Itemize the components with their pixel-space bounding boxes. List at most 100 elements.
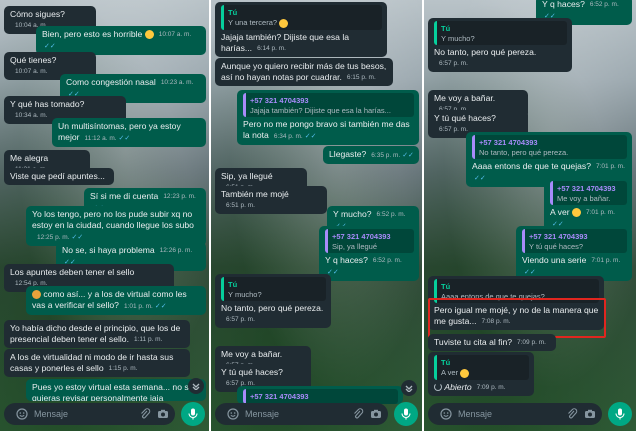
quoted-message[interactable]: Tú Y mucho?: [221, 277, 326, 301]
camera-icon[interactable]: [370, 408, 382, 420]
message-outgoing[interactable]: +57 321 4704393 Me voy a bañar. A ver 7:…: [544, 178, 632, 233]
message-text: Los apuntes deben tener el sello: [10, 267, 135, 277]
message-input[interactable]: Mensaje: [458, 409, 560, 419]
quote-text: Me voy a bañar.: [557, 194, 611, 203]
message-text: Me alegra: [10, 153, 49, 163]
message-text: Qué tienes?: [10, 55, 57, 65]
quoted-message[interactable]: Tú Y una tercera?: [221, 5, 382, 30]
quoted-message[interactable]: +57 321 4704393 Y tú qué haces?: [522, 229, 627, 253]
message-text: Como congestión nasal: [66, 77, 156, 87]
message-time: 1:15 p. m.: [108, 365, 138, 372]
message-time: 1:01 p. m.: [123, 303, 153, 310]
message-incoming[interactable]: A los de virtualidad ni modo de ir hasta…: [4, 349, 190, 377]
message-outgoing[interactable]: Yo los tengo, pero no los pude subir xq …: [26, 206, 206, 246]
message-input-bar[interactable]: Mensaje: [215, 403, 388, 425]
message-text: Tuviste tu cita al fin?: [434, 337, 513, 347]
read-ticks-icon: ✓✓: [304, 133, 317, 140]
message-incoming[interactable]: Tú Y mucho? No tanto, pero qué pereza. 6:…: [215, 274, 331, 328]
message-text: A los de virtualidad ni modo de ir hasta…: [10, 352, 174, 373]
message-input-bar[interactable]: Mensaje: [428, 403, 602, 425]
attach-icon[interactable]: [566, 408, 578, 420]
message-text: Pero no me pongo bravo si también me das…: [243, 119, 410, 140]
mic-icon: [615, 408, 625, 420]
quoted-message[interactable]: +57 321 4704393 Jajaja también? Dijiste …: [243, 93, 414, 117]
mic-button[interactable]: [181, 402, 205, 426]
scroll-down-button[interactable]: [401, 380, 417, 396]
message-text: Abierto: [444, 381, 472, 392]
emoji-icon[interactable]: [227, 408, 239, 420]
quote-sender: Tú: [441, 282, 451, 291]
quoted-message[interactable]: +57 321 4704393 Me voy a bañar.: [550, 181, 627, 205]
message-incoming[interactable]: Tú Y mucho? No tanto, pero qué pereza. 6:…: [428, 18, 572, 72]
message-time: 6:52 p. m.: [589, 1, 619, 8]
quoted-message[interactable]: +57 321 4704393 No tanto, pero qué perez…: [472, 135, 627, 159]
message-incoming[interactable]: Tuviste tu cita al fin? 7:09 p. m.: [428, 334, 556, 351]
message-input[interactable]: Mensaje: [245, 409, 346, 419]
quote-text: A ver: [441, 368, 525, 378]
message-time: 7:01 p. m.: [585, 209, 615, 216]
quote-text: Y mucho?: [228, 290, 262, 299]
quoted-message[interactable]: Tú A ver: [434, 355, 529, 380]
message-incoming[interactable]: Tú A ver Abierto 7:09 p. m.: [428, 352, 534, 396]
message-text: Y qué has tomado?: [10, 99, 85, 109]
message-text: Viste que pedí apuntes...: [10, 171, 105, 181]
message-time: 7:01 p. m.: [595, 163, 625, 170]
message-text: Viendo una serie: [522, 255, 587, 265]
message-outgoing[interactable]: +57 321 4704393 Y tú qué haces? Viendo u…: [516, 226, 632, 281]
message-incoming[interactable]: Yo había dicho desde el principio, que l…: [4, 320, 190, 348]
message-outgoing[interactable]: como así... y a los de virtual como les …: [26, 286, 206, 315]
message-outgoing[interactable]: Un multisíntomas, pero ya estoy mejor 11:…: [52, 118, 206, 147]
message-time: 10:23 a. m.: [160, 79, 194, 86]
message-time: 6:52 p. m.: [376, 211, 406, 218]
message-outgoing[interactable]: +57 321 4704393: [237, 386, 403, 404]
quoted-message[interactable]: +57 321 4704393: [243, 389, 398, 404]
message-text: No tanto, pero qué pereza.: [221, 303, 324, 313]
emoji-icon[interactable]: [16, 408, 28, 420]
quoted-message[interactable]: Tú Y mucho?: [434, 21, 567, 45]
message-time: 11:12 a. m.: [84, 135, 117, 142]
emoji-icon: [279, 18, 289, 28]
camera-icon[interactable]: [584, 408, 596, 420]
quote-text: Y mucho?: [441, 34, 475, 43]
quote-sender: Tú: [441, 24, 451, 33]
message-text: A ver: [550, 207, 570, 217]
message-text: Sip, ya llegué: [221, 171, 273, 181]
quote-sender: +57 321 4704393: [529, 232, 588, 241]
message-outgoing[interactable]: Pues yo estoy virtual esta semana... no …: [26, 379, 206, 401]
message-incoming[interactable]: Aunque yo quiero recibir más de tus beso…: [215, 58, 393, 86]
mic-button[interactable]: [608, 402, 632, 426]
attach-icon[interactable]: [352, 408, 364, 420]
collage: Cómo sigues?10:04 a. m. Bien, pero esto …: [0, 0, 636, 431]
message-outgoing[interactable]: Bien, pero esto es horrible 10:07 a. m. ✓…: [36, 26, 206, 55]
quote-text: Y tú qué haces?: [529, 242, 584, 251]
message-incoming[interactable]: Viste que pedí apuntes...: [4, 168, 114, 185]
read-ticks-icon: ✓✓: [71, 234, 84, 241]
message-incoming[interactable]: Tú Y una tercera? Jajaja también? Dijist…: [215, 2, 387, 57]
message-input[interactable]: Mensaje: [34, 409, 133, 419]
emoji-icon: [144, 30, 154, 40]
message-time: 6:57 p. m.: [439, 60, 468, 67]
quote-text: Sip, ya llegué: [332, 242, 378, 251]
message-time: 7:01 p. m.: [591, 257, 621, 264]
message-outgoing[interactable]: +57 321 4704393 Jajaja también? Dijiste …: [237, 90, 419, 145]
read-ticks-icon: ✓✓: [474, 175, 486, 182]
scroll-down-button[interactable]: [188, 378, 204, 394]
message-outgoing[interactable]: Llegaste? 6:35 p. m. ✓✓: [323, 146, 419, 164]
camera-icon[interactable]: [157, 408, 169, 420]
message-text: Me voy a bañar.: [221, 349, 283, 359]
chevron-down-icon: [192, 383, 200, 390]
message-outgoing[interactable]: +57 321 4704393 Sip, ya llegué Y q haces…: [319, 226, 419, 281]
mic-button[interactable]: [394, 402, 418, 426]
read-ticks-icon: ✓✓: [402, 152, 414, 159]
message-text: Y mucho?: [333, 209, 372, 219]
chat-panel-2: Tú Y una tercera? Jajaja también? Dijist…: [211, 0, 422, 431]
emoji-icon[interactable]: [440, 408, 452, 420]
message-time: 10:34 a. m.: [15, 112, 48, 119]
quoted-message[interactable]: +57 321 4704393 Sip, ya llegué: [325, 229, 414, 253]
attach-icon[interactable]: [139, 408, 151, 420]
message-text: Y q haces?: [325, 255, 368, 265]
message-input-bar[interactable]: Mensaje: [4, 403, 175, 425]
quote-sender: Tú: [441, 358, 451, 367]
quote-sender: Tú: [228, 8, 238, 17]
message-incoming[interactable]: También me mojé 6:51 p. m.: [215, 186, 327, 214]
